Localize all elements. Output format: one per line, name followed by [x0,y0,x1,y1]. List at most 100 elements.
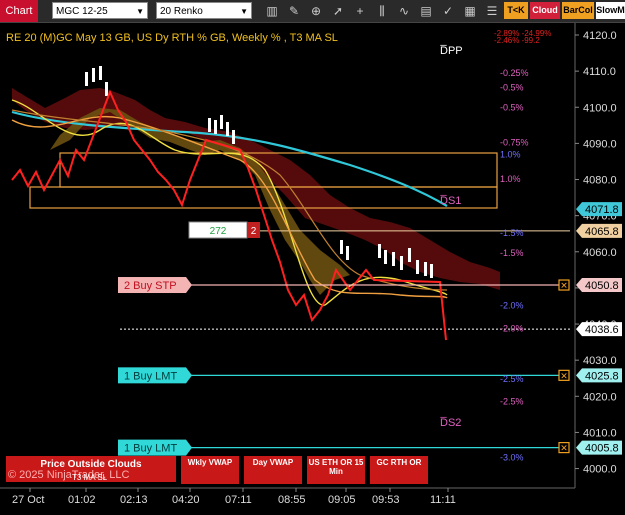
time-tick-label: 09:05 [328,494,356,506]
bar-chart-icon[interactable]: ▥ [264,3,280,20]
barcol-toggle[interactable]: BarCol [562,2,594,19]
position-quantity: 272 [210,226,227,237]
percent-level-label: -1.5% [500,248,524,258]
chart-header-text: RE 20 (M)GC May 13 GB, US Dy RTH % GB, W… [6,32,338,44]
overlap-label-bottom: -2.46% -99.2 [494,36,540,45]
percent-level-label: -2.5% [500,374,524,384]
renko-bar-up [424,262,427,276]
time-tick-label: 08:55 [278,494,306,506]
day-vwap-label: Day VWAP [253,458,294,467]
price-marker-label: 4005.8 [585,443,619,455]
percent-level-label: -0.5% [500,102,524,112]
price-tick-label: 4100.0 [583,102,617,114]
renko-bar-up [99,66,102,80]
chart-tab[interactable]: Chart [0,0,38,22]
properties-icon[interactable]: ✓ [440,3,456,20]
renko-bar-up [430,264,433,278]
us-eth-or-label: US ETH OR 15 Min [308,458,364,476]
t3-ma-sl-label: T3 MA SL [72,473,108,482]
drawing-tools-icon[interactable]: ✎ [286,3,302,20]
percent-level-label: -2.0% [500,323,524,333]
bar-type-selector[interactable]: 20 Renko ▼ [156,2,252,19]
percent-level-label: -2.5% [500,396,524,406]
renko-bar-up [105,82,108,96]
instrument-value: MGC 12-25 [56,6,108,17]
time-tick-label: 07:11 [225,494,252,506]
chevron-down-icon: ▼ [240,7,248,16]
data-box-icon[interactable]: ▦ [462,3,478,20]
price-tick-label: 4090.0 [583,138,617,150]
pointer-icon[interactable]: ➚ [330,3,346,20]
renko-bar-up [226,122,229,136]
price-tick-label: 4020.0 [583,391,617,403]
renko-bar-up [85,72,88,86]
us-eth-or-label-wrap: US ETH OR 15 Min [308,458,364,476]
price-marker-label: 4038.6 [585,324,619,336]
price-tick-label: 4080.0 [583,175,617,187]
order-label: 2 Buy STP [124,280,177,292]
dpp-label: D̅PP [439,45,462,57]
renko-bar-up [384,250,387,264]
percent-level-label: -0.5% [500,82,524,92]
instrument-selector[interactable]: MGC 12-25 ▼ [52,2,148,19]
percent-level-label: -1.5% [500,228,524,238]
renko-bar-up [400,256,403,270]
renko-bar-up [408,248,411,262]
price-chart[interactable]: 2 Buy STP ✕ 1 Buy LMT ✕ 1 Buy LMT ✕ -0.25% -0.… [0,23,625,515]
chart-toolbar: Chart MGC 12-25 ▼ 20 Renko ▼ ▥ ✎ ⊕ ➚ + ⫼ ∿… [0,0,625,23]
price-marker-label: 4071.8 [585,204,619,216]
bottom-buttons: Price Outside Clouds © 2025 NinjaTrader,… [6,456,428,484]
time-tick-label: 02:13 [120,494,148,506]
renko-bar-up [346,246,349,260]
copyright-watermark: © 2025 NinjaTrader, LLC [8,469,129,481]
renko-bar-up [416,260,419,274]
price-tick-label: 4010.0 [583,427,617,439]
price-tick-label: 4120.0 [583,30,617,42]
price-marker-label: 4025.8 [585,370,619,382]
percent-level-label: -0.25% [500,68,529,78]
tk-toggle[interactable]: T<K [504,2,528,19]
renko-bar-up [378,244,381,258]
time-tick-label: 27 Oct [12,494,44,506]
price-marker-label: 4050.8 [585,280,619,292]
close-icon-glyph: ✕ [560,371,568,381]
percent-level-label: 1.0% [500,174,521,184]
chevron-down-icon: ▼ [136,7,144,16]
order-label: 1 Buy LMT [124,370,177,382]
time-tick-label: 04:20 [172,494,200,506]
cloud-toggle[interactable]: Cloud [530,2,560,19]
ds1-label: D̅S1 [439,195,461,207]
percent-level-label: -0.75% [500,138,529,148]
position-count: 2 [251,226,257,237]
crosshair-icon[interactable]: + [352,3,368,20]
renko-bar-up [340,240,343,254]
percent-level-label: -2.0% [500,300,524,310]
wkly-vwap-label: Wkly VWAP [188,458,233,467]
position-box[interactable]: 272 2 [188,221,260,239]
bars-icon[interactable]: ⫼ [374,3,390,20]
renko-bar-up [208,118,211,132]
slow-ma-toggle[interactable]: SlowM [596,2,625,19]
price-tick-label: 4110.0 [583,66,616,78]
price-tick-label: 4060.0 [583,247,617,259]
close-icon-glyph: ✕ [560,281,568,291]
time-tick-label: 09:53 [372,494,400,506]
price-tick-label: 4000.0 [583,464,617,476]
renko-bar-up [92,68,95,82]
close-icon-glyph: ✕ [560,443,568,453]
renko-bar-up [220,115,223,129]
order-label: 1 Buy LMT [124,443,177,455]
strategy-icon[interactable]: ▤ [418,3,434,20]
layout-icon[interactable]: ☰ [484,3,500,20]
percent-level-label: 1.0% [500,150,521,160]
bar-type-value: 20 Renko [160,6,203,17]
renko-bar-up [214,120,217,134]
indicators-icon[interactable]: ∿ [396,3,412,20]
ds2-label: D̅S2 [439,417,461,429]
gc-rth-or-label: GC RTH OR [377,458,422,467]
percent-level-label: -3.0% [500,453,524,463]
renko-bar-up [392,252,395,266]
zoom-icon[interactable]: ⊕ [308,3,324,20]
time-tick-label: 01:02 [68,494,96,506]
price-marker-label: 4065.8 [585,226,619,238]
